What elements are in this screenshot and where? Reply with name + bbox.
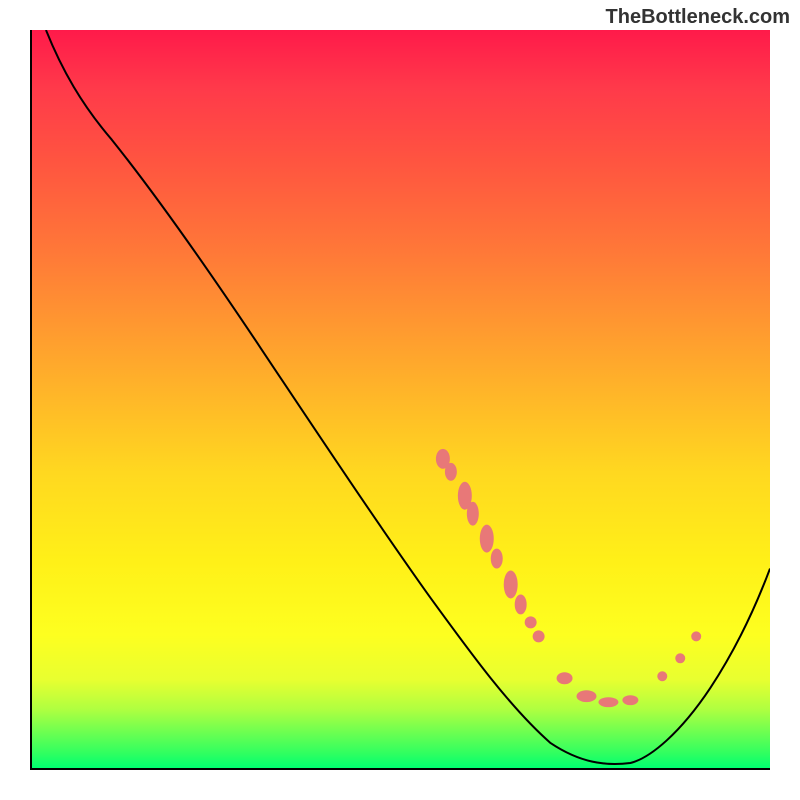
chart-container: TheBottleneck.com	[0, 0, 800, 800]
watermark-text: TheBottleneck.com	[606, 6, 790, 29]
curve-svg	[32, 30, 770, 768]
main-curve	[46, 30, 770, 764]
plot-area	[30, 30, 770, 770]
